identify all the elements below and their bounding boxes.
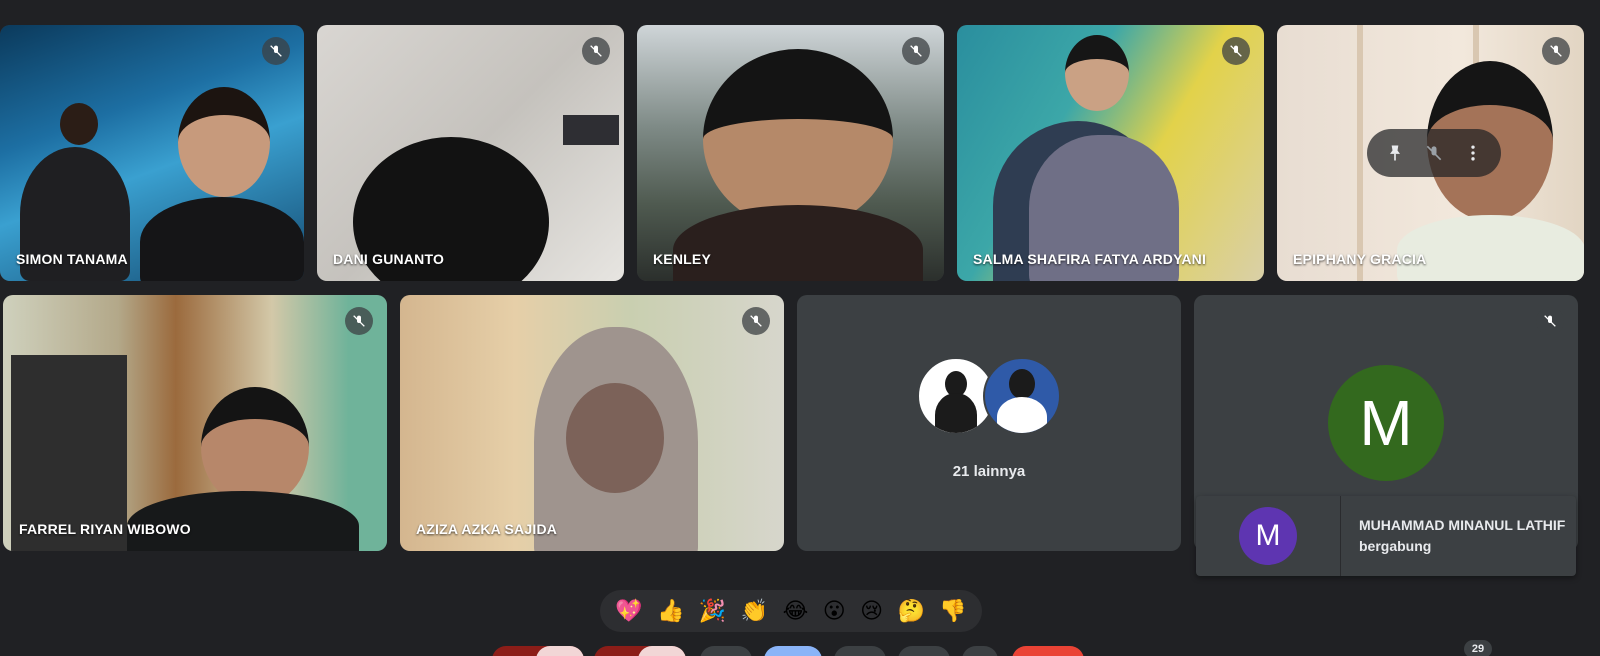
more-button[interactable] xyxy=(898,646,950,656)
notification-avatar-area: M xyxy=(1196,496,1341,576)
participant-tile[interactable]: EPIPHANY GRACIA xyxy=(1277,25,1584,281)
reaction-thinking[interactable]: 🤔 xyxy=(898,600,925,622)
captions-button[interactable] xyxy=(700,646,752,656)
mic-off-icon xyxy=(1536,307,1564,335)
reaction-thumbs-down[interactable]: 👎 xyxy=(939,600,966,622)
reaction-crying[interactable]: 😢 xyxy=(860,600,883,622)
participant-name: EPIPHANY GRACIA xyxy=(1293,251,1427,267)
present-button[interactable] xyxy=(834,646,886,656)
participant-tile[interactable]: DANI GUNANTO xyxy=(317,25,624,281)
participant-name: FARREL RIYAN WIBOWO xyxy=(19,521,191,537)
more-options-icon[interactable] xyxy=(1459,139,1487,167)
mic-off-icon xyxy=(1222,37,1250,65)
mic-off-icon xyxy=(345,307,373,335)
meeting-stage: SIMON TANAMA DANI GUNANTO KENLEY SALMA S… xyxy=(0,0,1600,656)
participant-name: AZIZA AZKA SAJIDA xyxy=(416,521,558,537)
reaction-thumbs-up[interactable]: 👍 xyxy=(657,600,684,622)
participant-name: SALMA SHAFIRA FATYA ARDYANI xyxy=(973,251,1207,267)
notification-text: MUHAMMAD MINANUL LATHIF bergabung xyxy=(1359,517,1566,554)
raise-hand-button[interactable] xyxy=(764,646,822,656)
avatar xyxy=(983,357,1061,435)
avatar: M xyxy=(1328,365,1444,481)
reaction-clapping[interactable]: 👏 xyxy=(741,600,768,622)
mic-off-icon xyxy=(742,307,770,335)
avatar: M xyxy=(1239,507,1297,565)
options-button[interactable] xyxy=(962,646,998,656)
participant-name: KENLEY xyxy=(653,251,711,267)
reaction-sparkling-heart[interactable]: 💖 xyxy=(615,600,642,622)
mic-off-icon xyxy=(262,37,290,65)
participant-tile[interactable]: FARREL RIYAN WIBOWO xyxy=(3,295,387,551)
join-notification: M MUHAMMAD MINANUL LATHIF bergabung xyxy=(1196,496,1576,576)
participant-name: DANI GUNANTO xyxy=(333,251,445,267)
leave-call-button[interactable] xyxy=(1012,646,1084,656)
mic-off-icon xyxy=(1542,37,1570,65)
pin-icon[interactable] xyxy=(1381,139,1409,167)
mic-off-icon xyxy=(582,37,610,65)
mic-off-icon xyxy=(902,37,930,65)
participant-tile[interactable]: AZIZA AZKA SAJIDA xyxy=(400,295,784,551)
others-count-label: 21 lainnya xyxy=(952,463,1026,480)
participant-tile[interactable]: SIMON TANAMA xyxy=(0,25,304,281)
control-bar xyxy=(0,646,1600,656)
others-tile[interactable]: 21 lainnya xyxy=(797,295,1181,551)
reactions-bar: 💖 👍 🎉 👏 😂 😮 😢 🤔 👎 xyxy=(600,590,982,632)
reaction-surprised[interactable]: 😮 xyxy=(823,600,846,622)
reaction-party-popper[interactable]: 🎉 xyxy=(699,600,726,622)
participant-tile[interactable]: KENLEY xyxy=(637,25,944,281)
participant-tile[interactable]: SALMA SHAFIRA FATYA ARDYANI xyxy=(957,25,1264,281)
tile-hover-controls xyxy=(1367,129,1501,177)
participant-name: SIMON TANAMA xyxy=(16,251,128,267)
others-avatars xyxy=(917,357,1067,437)
mute-icon[interactable] xyxy=(1420,139,1448,167)
participant-count-badge: 29 xyxy=(1464,640,1492,656)
reaction-laughing[interactable]: 😂 xyxy=(783,600,809,622)
